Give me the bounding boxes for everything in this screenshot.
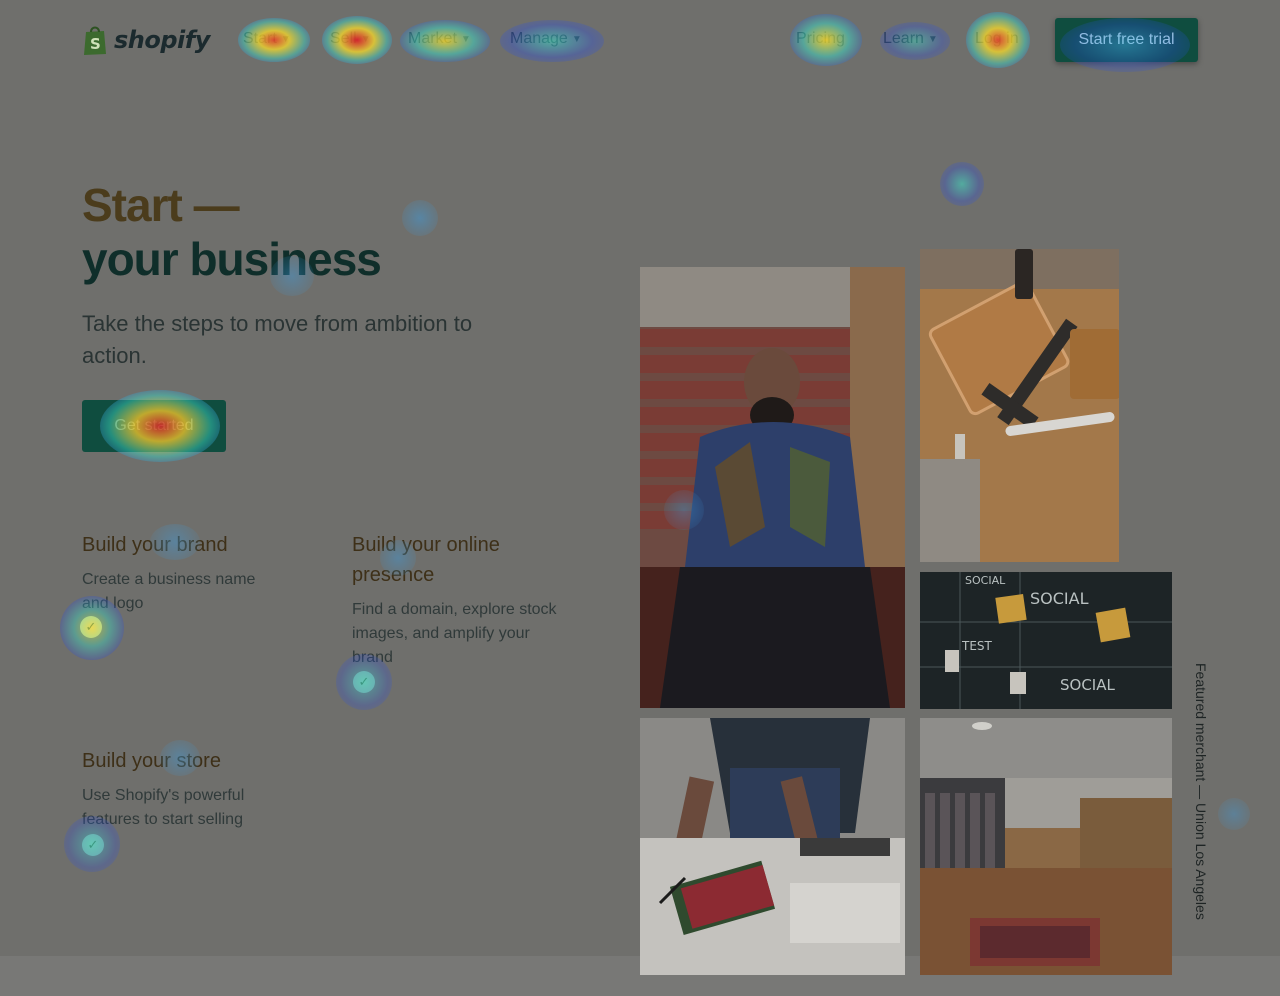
heat-spot [940,162,984,206]
feature-store-title: Build your store [82,750,221,772]
feature-brand-title: Build your brand [82,534,228,556]
heat-spot [402,200,438,236]
nav-market[interactable]: Market ▼ [408,30,471,48]
feature-online-presence-title: Build your online presence [352,534,500,586]
page: S shopify Start ▼ Sell ▼ Market ▼ Manage… [0,0,1280,996]
nav-learn[interactable]: Learn ▼ [883,30,938,48]
nav-manage-label: Manage [510,30,568,47]
chalkboard-word: TEST [961,639,993,653]
hero-title-line1: Start — [82,179,240,231]
feature-online-presence: Build your online presence Find a domain… [352,530,572,670]
photo-caption: Featured merchant — Union Los Angeles [1193,663,1209,920]
chevron-down-icon: ▼ [460,33,471,45]
chevron-down-icon: ▼ [927,33,938,45]
shopify-logo[interactable]: S shopify [82,22,210,58]
nav-market-label: Market [408,30,457,47]
get-started-button[interactable]: Get started [82,400,226,452]
nav-start[interactable]: Start ▼ [243,30,291,48]
chalkboard-photo: SOCIAL SOCIAL TEST SOCIAL [920,572,1172,709]
nav-start-label: Start [243,30,277,47]
check-icon: ✓ [80,616,102,638]
chevron-down-icon: ▼ [280,33,291,45]
nav-sell[interactable]: Sell ▼ [330,30,371,48]
feature-brand-desc: Create a business name and logo [82,571,256,612]
hero-title-line2: your business [82,233,382,285]
svg-text:S: S [90,35,101,53]
chevron-down-icon: ▼ [571,33,582,45]
chevron-down-icon: ▼ [360,33,371,45]
nav-login-label: Log in [975,30,1019,47]
heat-spot [1218,798,1250,830]
chalkboard-word: SOCIAL [1030,589,1089,608]
store-interior-photo [920,718,1172,975]
nav-learn-label: Learn [883,30,924,47]
start-free-trial-button[interactable]: Start free trial [1055,18,1198,62]
feature-brand: Build your brand Create a business name … [82,530,282,616]
check-icon: ✓ [353,671,375,693]
nav-manage[interactable]: Manage ▼ [510,30,582,48]
nav-login[interactable]: Log in [975,30,1019,48]
feature-store: Build your store Use Shopify's powerful … [82,746,282,832]
chalkboard-word: SOCIAL [1060,676,1115,694]
check-icon: ✓ [82,834,104,856]
chalkboard-word: SOCIAL [965,574,1006,587]
logo-text: shopify [114,26,210,54]
merchant-hands-photo [640,718,905,975]
nav-pricing[interactable]: Pricing [796,30,845,48]
nav-sell-label: Sell [330,30,357,47]
feature-store-desc: Use Shopify's powerful features to start… [82,787,245,828]
shopify-bag-icon: S [82,24,108,56]
desk-notebook-photo [920,249,1119,562]
merchant-portrait-photo [640,267,905,708]
hero-title: Start — your business [82,178,382,286]
nav-pricing-label: Pricing [796,30,845,47]
hero-subtitle: Take the steps to move from ambition to … [82,311,473,368]
feature-online-presence-desc: Find a domain, explore stock images, and… [352,601,557,666]
